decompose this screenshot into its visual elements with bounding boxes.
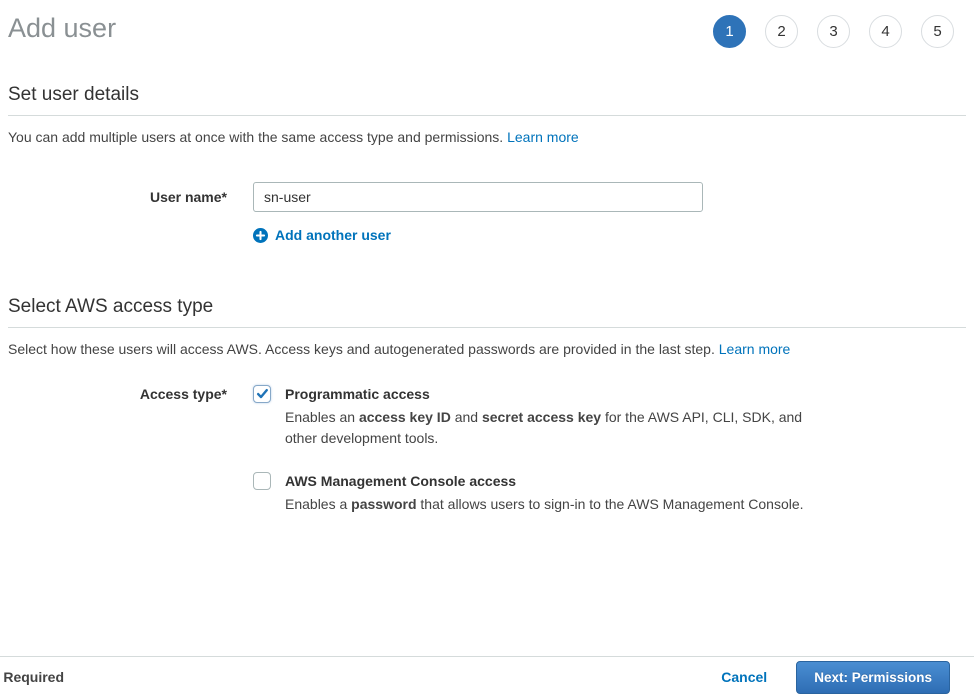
wizard-step-4: 4 [869, 15, 902, 48]
add-another-user-row: Add another user [253, 227, 974, 246]
user-details-intro: You can add multiple users at once with … [8, 129, 966, 146]
desc-segment: and [451, 409, 482, 425]
user-name-input[interactable] [253, 182, 703, 212]
console-access-body: AWS Management Console access Enables a … [285, 472, 804, 515]
access-type-heading: Select AWS access type [8, 296, 966, 328]
wizard-step-3: 3 [817, 15, 850, 48]
access-type-intro: Select how these users will access AWS. … [8, 341, 966, 358]
add-another-user-link[interactable]: Add another user [253, 227, 391, 243]
footer-actions: Cancel Next: Permissions [721, 661, 950, 694]
user-name-row: User name* [0, 182, 974, 212]
access-type-options: Programmatic access Enables an access ke… [253, 385, 807, 515]
access-type-intro-text: Select how these users will access AWS. … [8, 341, 715, 357]
checkmark-icon [256, 387, 269, 400]
desc-segment: that allows users to sign-in to the AWS … [417, 496, 804, 512]
page-header: Add user 1 2 3 4 5 [0, 0, 974, 43]
access-type-label: Access type* [0, 385, 253, 403]
user-name-label: User name* [0, 189, 253, 205]
console-access-title: AWS Management Console access [285, 472, 804, 491]
desc-segment: Enables a [285, 496, 351, 512]
programmatic-access-desc: Enables an access key ID and secret acce… [285, 407, 807, 449]
programmatic-access-title: Programmatic access [285, 385, 807, 404]
desc-segment-bold: secret access key [482, 409, 601, 425]
programmatic-access-body: Programmatic access Enables an access ke… [285, 385, 807, 449]
user-details-intro-text: You can add multiple users at once with … [8, 129, 503, 145]
wizard-step-1: 1 [713, 15, 746, 48]
access-type-row: Access type* Programmatic access Enables… [0, 385, 974, 515]
programmatic-access-checkbox[interactable] [253, 385, 271, 403]
wizard-step-5: 5 [921, 15, 954, 48]
desc-segment: Enables an [285, 409, 359, 425]
console-access-desc: Enables a password that allows users to … [285, 494, 804, 515]
wizard-footer: * Required Cancel Next: Permissions [0, 656, 974, 697]
required-note: * Required [0, 669, 64, 685]
console-access-option: AWS Management Console access Enables a … [253, 472, 807, 515]
programmatic-access-option: Programmatic access Enables an access ke… [253, 385, 807, 449]
next-permissions-button[interactable]: Next: Permissions [796, 661, 950, 694]
cancel-button[interactable]: Cancel [721, 669, 767, 685]
add-another-user-label: Add another user [275, 227, 391, 243]
add-user-page: Add user 1 2 3 4 5 Set user details You … [0, 0, 974, 697]
plus-circle-icon [253, 228, 268, 243]
console-access-checkbox[interactable] [253, 472, 271, 490]
desc-segment-bold: password [351, 496, 416, 512]
set-user-details-heading: Set user details [8, 84, 966, 116]
wizard-steps: 1 2 3 4 5 [713, 15, 954, 48]
desc-segment-bold: access key ID [359, 409, 451, 425]
learn-more-link-access-type[interactable]: Learn more [719, 341, 791, 357]
wizard-step-2: 2 [765, 15, 798, 48]
learn-more-link-user-details[interactable]: Learn more [507, 129, 579, 145]
